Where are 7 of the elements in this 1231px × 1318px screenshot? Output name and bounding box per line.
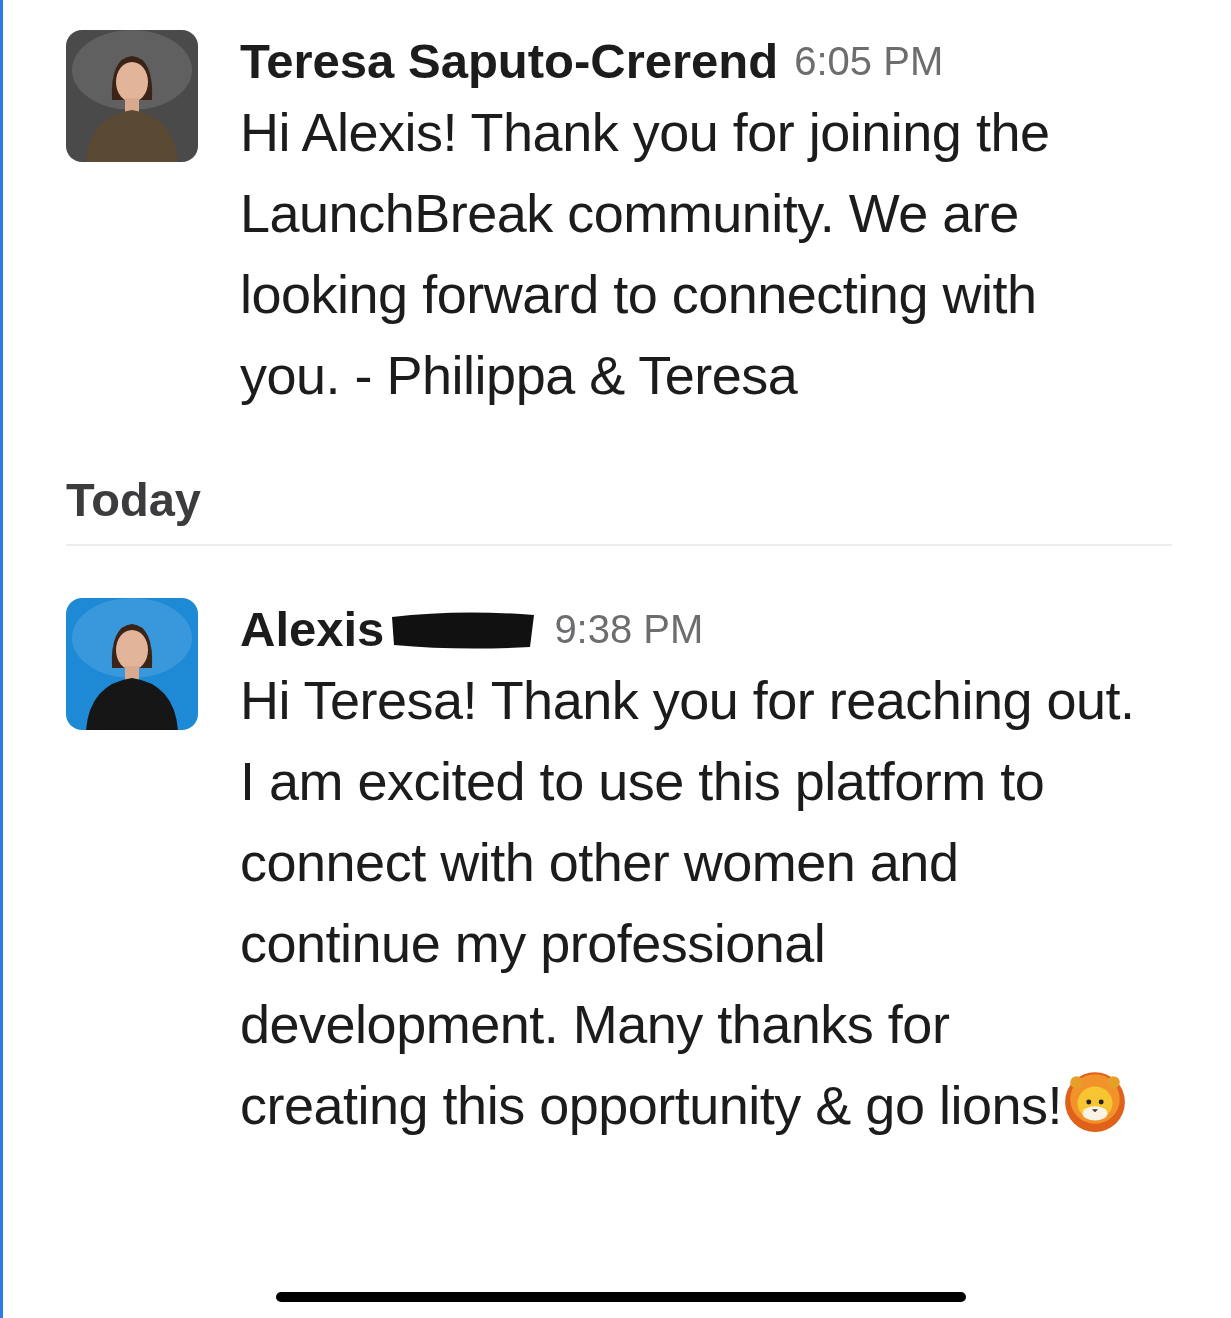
timestamp: 9:38 PM <box>554 606 704 652</box>
author-name[interactable]: Teresa Saputo-Crerend <box>240 33 779 89</box>
message-text: Hi Teresa! Thank you for reaching out. I am excited to use this platform to connect with other women and continue my professional development. Many thanks for creating this opportunity & go lions! <box>240 669 1136 1137</box>
timestamp: 6:05 PM <box>794 38 944 84</box>
message-text: Hi Alexis! Thank you for joining the LaunchBreak community. We are looking forward to connecting with you. - Philippa & Teresa <box>240 101 1051 407</box>
author-name[interactable]: Alexis <box>240 601 385 657</box>
date-divider-label: Today <box>66 473 201 526</box>
